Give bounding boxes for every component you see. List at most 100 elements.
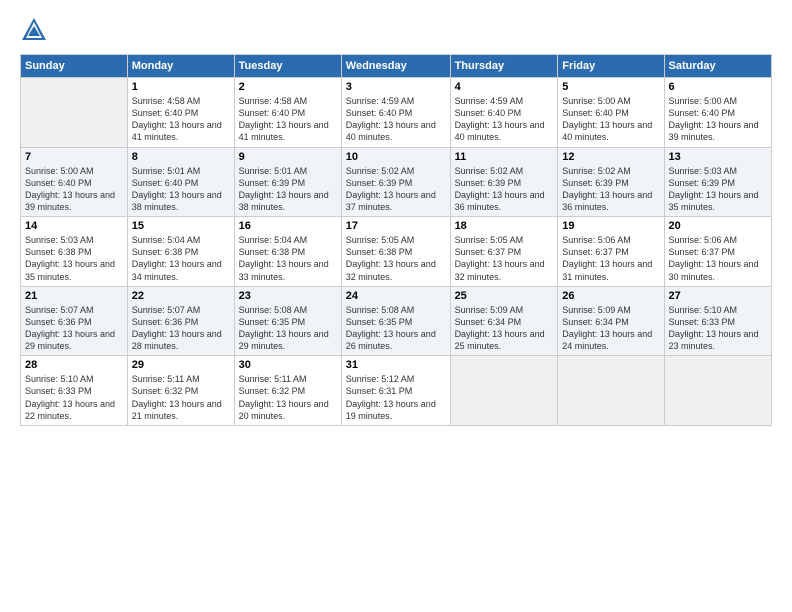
calendar-cell: 7 Sunrise: 5:00 AMSunset: 6:40 PMDaylight… bbox=[21, 147, 128, 217]
day-number: 18 bbox=[455, 220, 554, 232]
day-number: 6 bbox=[669, 81, 767, 93]
calendar-week-2: 14 Sunrise: 5:03 AMSunset: 6:38 PMDayligh… bbox=[21, 217, 772, 287]
day-detail: Sunrise: 5:02 AMSunset: 6:39 PMDaylight:… bbox=[346, 165, 446, 214]
day-number: 28 bbox=[25, 359, 123, 371]
day-detail: Sunrise: 5:00 AMSunset: 6:40 PMDaylight:… bbox=[25, 165, 123, 214]
day-number: 24 bbox=[346, 290, 446, 302]
calendar-cell: 14 Sunrise: 5:03 AMSunset: 6:38 PMDayligh… bbox=[21, 217, 128, 287]
calendar-cell: 11 Sunrise: 5:02 AMSunset: 6:39 PMDayligh… bbox=[450, 147, 558, 217]
calendar-cell bbox=[21, 78, 128, 148]
calendar-cell: 30 Sunrise: 5:11 AMSunset: 6:32 PMDayligh… bbox=[234, 356, 341, 426]
calendar-cell: 23 Sunrise: 5:08 AMSunset: 6:35 PMDayligh… bbox=[234, 286, 341, 356]
calendar-week-3: 21 Sunrise: 5:07 AMSunset: 6:36 PMDayligh… bbox=[21, 286, 772, 356]
day-detail: Sunrise: 5:05 AMSunset: 6:37 PMDaylight:… bbox=[455, 234, 554, 283]
calendar-cell: 12 Sunrise: 5:02 AMSunset: 6:39 PMDayligh… bbox=[558, 147, 664, 217]
col-header-tuesday: Tuesday bbox=[234, 55, 341, 78]
calendar-cell: 1Sunrise: 4:58 AMSunset: 6:40 PMDaylight… bbox=[127, 78, 234, 148]
calendar-cell: 19Sunrise: 5:06 AMSunset: 6:37 PMDayligh… bbox=[558, 217, 664, 287]
day-number: 4 bbox=[455, 81, 554, 93]
col-header-thursday: Thursday bbox=[450, 55, 558, 78]
calendar-cell: 28Sunrise: 5:10 AMSunset: 6:33 PMDayligh… bbox=[21, 356, 128, 426]
day-detail: Sunrise: 5:01 AMSunset: 6:39 PMDaylight:… bbox=[239, 165, 337, 214]
calendar-cell bbox=[664, 356, 771, 426]
day-number: 23 bbox=[239, 290, 337, 302]
day-number: 10 bbox=[346, 151, 446, 163]
calendar-week-0: 1 Sunrise: 4:58 AMSunset: 6:40 PMDaylight… bbox=[21, 78, 772, 148]
day-number: 11 bbox=[455, 151, 554, 163]
calendar-cell: 6 Sunrise: 5:00 AMSunset: 6:40 PMDaylight… bbox=[664, 78, 771, 148]
day-detail: Sunrise: 5:04 AMSunset: 6:38 PMDaylight:… bbox=[239, 234, 337, 283]
calendar-week-4: 28Sunrise: 5:10 AMSunset: 6:33 PMDayligh… bbox=[21, 356, 772, 426]
calendar-cell bbox=[450, 356, 558, 426]
day-number: 1 bbox=[132, 81, 230, 93]
page: SundayMondayTuesdayWednesdayThursdayFrid… bbox=[0, 0, 792, 612]
day-number: 3 bbox=[346, 81, 446, 93]
calendar-cell: 20Sunrise: 5:06 AMSunset: 6:37 PMDayligh… bbox=[664, 217, 771, 287]
day-detail: Sunrise: 5:00 AMSunset: 6:40 PMDaylight:… bbox=[669, 95, 767, 144]
day-number: 8 bbox=[132, 151, 230, 163]
calendar-cell: 4 Sunrise: 4:59 AMSunset: 6:40 PMDaylight… bbox=[450, 78, 558, 148]
calendar-cell: 29 Sunrise: 5:11 AMSunset: 6:32 PMDayligh… bbox=[127, 356, 234, 426]
col-header-wednesday: Wednesday bbox=[341, 55, 450, 78]
day-number: 27 bbox=[669, 290, 767, 302]
calendar-cell: 22 Sunrise: 5:07 AMSunset: 6:36 PMDayligh… bbox=[127, 286, 234, 356]
day-detail: Sunrise: 5:10 AMSunset: 6:33 PMDaylight:… bbox=[669, 304, 767, 353]
day-number: 29 bbox=[132, 359, 230, 371]
day-number: 22 bbox=[132, 290, 230, 302]
calendar-cell: 24 Sunrise: 5:08 AMSunset: 6:35 PMDayligh… bbox=[341, 286, 450, 356]
day-number: 7 bbox=[25, 151, 123, 163]
day-number: 14 bbox=[25, 220, 123, 232]
day-detail: Sunrise: 5:11 AMSunset: 6:32 PMDaylight:… bbox=[132, 373, 230, 422]
calendar-cell: 10 Sunrise: 5:02 AMSunset: 6:39 PMDayligh… bbox=[341, 147, 450, 217]
day-detail: Sunrise: 5:12 AMSunset: 6:31 PMDaylight:… bbox=[346, 373, 446, 422]
calendar-cell: 8Sunrise: 5:01 AMSunset: 6:40 PMDaylight… bbox=[127, 147, 234, 217]
calendar-cell: 26Sunrise: 5:09 AMSunset: 6:34 PMDayligh… bbox=[558, 286, 664, 356]
day-number: 30 bbox=[239, 359, 337, 371]
day-detail: Sunrise: 5:03 AMSunset: 6:39 PMDaylight:… bbox=[669, 165, 767, 214]
calendar-cell: 21 Sunrise: 5:07 AMSunset: 6:36 PMDayligh… bbox=[21, 286, 128, 356]
header bbox=[20, 16, 772, 44]
col-header-friday: Friday bbox=[558, 55, 664, 78]
calendar-cell: 18 Sunrise: 5:05 AMSunset: 6:37 PMDayligh… bbox=[450, 217, 558, 287]
day-detail: Sunrise: 4:58 AMSunset: 6:40 PMDaylight:… bbox=[239, 95, 337, 144]
day-detail: Sunrise: 5:03 AMSunset: 6:38 PMDaylight:… bbox=[25, 234, 123, 283]
day-number: 13 bbox=[669, 151, 767, 163]
calendar-cell: 15 Sunrise: 5:04 AMSunset: 6:38 PMDayligh… bbox=[127, 217, 234, 287]
calendar-cell: 25 Sunrise: 5:09 AMSunset: 6:34 PMDayligh… bbox=[450, 286, 558, 356]
calendar-cell: 17Sunrise: 5:05 AMSunset: 6:38 PMDayligh… bbox=[341, 217, 450, 287]
day-number: 9 bbox=[239, 151, 337, 163]
day-detail: Sunrise: 5:07 AMSunset: 6:36 PMDaylight:… bbox=[132, 304, 230, 353]
day-number: 25 bbox=[455, 290, 554, 302]
col-header-saturday: Saturday bbox=[664, 55, 771, 78]
day-number: 31 bbox=[346, 359, 446, 371]
day-detail: Sunrise: 5:09 AMSunset: 6:34 PMDaylight:… bbox=[455, 304, 554, 353]
day-number: 16 bbox=[239, 220, 337, 232]
day-detail: Sunrise: 5:02 AMSunset: 6:39 PMDaylight:… bbox=[562, 165, 659, 214]
col-header-monday: Monday bbox=[127, 55, 234, 78]
day-detail: Sunrise: 5:08 AMSunset: 6:35 PMDaylight:… bbox=[239, 304, 337, 353]
calendar-cell: 9 Sunrise: 5:01 AMSunset: 6:39 PMDaylight… bbox=[234, 147, 341, 217]
day-detail: Sunrise: 5:11 AMSunset: 6:32 PMDaylight:… bbox=[239, 373, 337, 422]
calendar-cell: 2 Sunrise: 4:58 AMSunset: 6:40 PMDaylight… bbox=[234, 78, 341, 148]
logo-icon bbox=[20, 16, 48, 44]
calendar-cell: 3Sunrise: 4:59 AMSunset: 6:40 PMDaylight… bbox=[341, 78, 450, 148]
day-number: 12 bbox=[562, 151, 659, 163]
day-number: 15 bbox=[132, 220, 230, 232]
calendar-cell: 31 Sunrise: 5:12 AMSunset: 6:31 PMDayligh… bbox=[341, 356, 450, 426]
day-detail: Sunrise: 5:07 AMSunset: 6:36 PMDaylight:… bbox=[25, 304, 123, 353]
day-number: 19 bbox=[562, 220, 659, 232]
calendar-cell: 5Sunrise: 5:00 AMSunset: 6:40 PMDaylight… bbox=[558, 78, 664, 148]
day-detail: Sunrise: 5:04 AMSunset: 6:38 PMDaylight:… bbox=[132, 234, 230, 283]
day-detail: Sunrise: 5:06 AMSunset: 6:37 PMDaylight:… bbox=[669, 234, 767, 283]
day-number: 21 bbox=[25, 290, 123, 302]
calendar-header-row: SundayMondayTuesdayWednesdayThursdayFrid… bbox=[21, 55, 772, 78]
calendar-cell: 13 Sunrise: 5:03 AMSunset: 6:39 PMDayligh… bbox=[664, 147, 771, 217]
day-detail: Sunrise: 5:08 AMSunset: 6:35 PMDaylight:… bbox=[346, 304, 446, 353]
day-detail: Sunrise: 5:02 AMSunset: 6:39 PMDaylight:… bbox=[455, 165, 554, 214]
day-detail: Sunrise: 4:59 AMSunset: 6:40 PMDaylight:… bbox=[455, 95, 554, 144]
day-number: 2 bbox=[239, 81, 337, 93]
day-number: 26 bbox=[562, 290, 659, 302]
col-header-sunday: Sunday bbox=[21, 55, 128, 78]
calendar-cell: 27 Sunrise: 5:10 AMSunset: 6:33 PMDayligh… bbox=[664, 286, 771, 356]
day-number: 5 bbox=[562, 81, 659, 93]
